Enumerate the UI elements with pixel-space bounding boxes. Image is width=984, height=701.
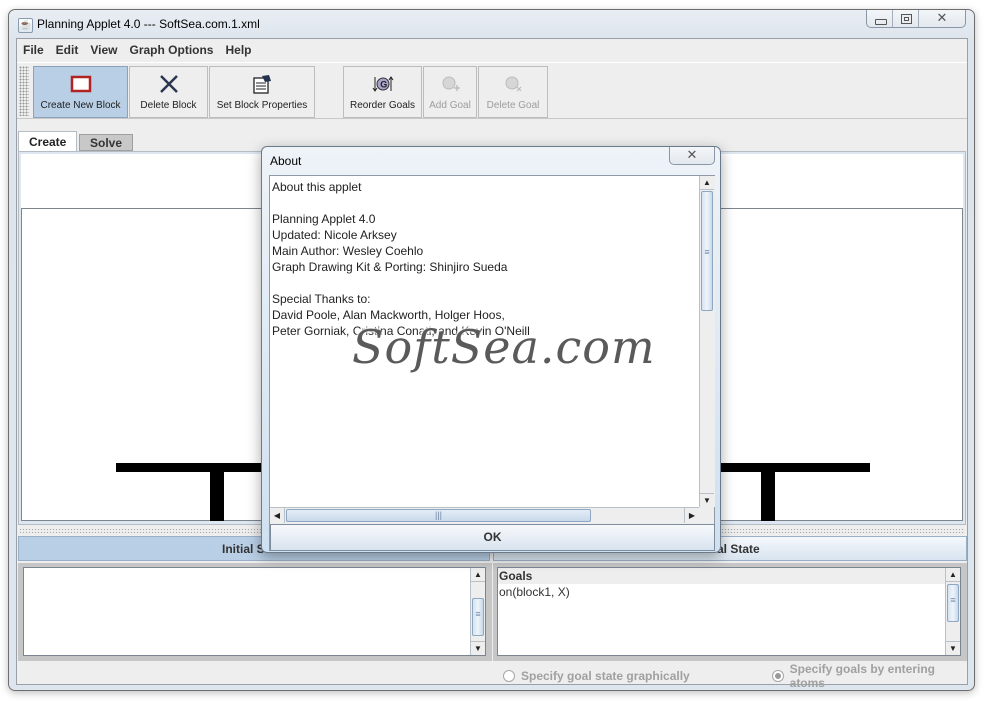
radio-goal-graphical[interactable]: Specify goal state graphically [503, 667, 690, 685]
goal-item[interactable]: on(block1, X) [499, 585, 570, 599]
dialog-close-button[interactable]: ✕ [669, 147, 715, 165]
window-title: Planning Applet 4.0 --- SoftSea.com.1.xm… [37, 17, 260, 31]
goal-state-panel: Goals on(block1, X) ▲ ≡ ▼ [493, 563, 967, 661]
add-goal-button[interactable]: Add Goal [423, 66, 477, 118]
watermark: SoftSea.com [352, 320, 656, 374]
toolbar: Create New Block Delete Block Set Block … [17, 62, 967, 119]
radio-goal-atoms[interactable]: Specify goals by entering atoms [772, 662, 967, 690]
table-top-right[interactable] [716, 463, 870, 472]
delete-goal-label: Delete Goal [486, 100, 540, 111]
delete-block-button[interactable]: Delete Block [129, 66, 208, 118]
reorder-goals-button[interactable]: G Reorder Goals [343, 66, 422, 118]
scroll-thumb[interactable]: ≡ [947, 584, 959, 622]
x-delete-icon [159, 75, 178, 93]
window-controls: ✕ [866, 10, 966, 28]
block-rectangle-icon [70, 75, 91, 93]
add-goal-icon [442, 76, 460, 91]
reorder-goals-icon: G [372, 76, 393, 92]
initial-state-panel: ▲ ≡ ▼ [18, 563, 492, 661]
maximize-button[interactable] [893, 10, 919, 27]
java-app-icon: ☕ [18, 18, 33, 33]
scroll-down-arrow[interactable]: ▼ [700, 493, 714, 507]
title-bar[interactable]: ☕ Planning Applet 4.0 --- SoftSea.com.1.… [9, 10, 974, 38]
menu-file[interactable]: File [17, 39, 50, 61]
scroll-thumb[interactable]: ≡ [701, 191, 713, 311]
goals-list[interactable]: Goals on(block1, X) ▲ ≡ ▼ [497, 567, 961, 656]
scroll-up-arrow[interactable]: ▲ [471, 568, 485, 582]
create-new-block-label: Create New Block [40, 100, 121, 111]
menu-view[interactable]: View [84, 39, 123, 61]
close-button[interactable]: ✕ [919, 10, 965, 27]
scroll-thumb[interactable]: ||| [286, 509, 591, 522]
about-vertical-scrollbar[interactable]: ▲ ≡ ▼ [699, 176, 715, 507]
delete-goal-icon [505, 76, 522, 92]
radio-label: Specify goal state graphically [521, 669, 690, 683]
minimize-button[interactable] [867, 10, 893, 27]
menu-bar: File Edit View Graph Options Help [17, 39, 967, 61]
table-top-left[interactable] [116, 463, 276, 472]
create-new-block-button[interactable]: Create New Block [33, 66, 128, 118]
scroll-right-arrow[interactable]: ▶ [684, 508, 699, 523]
toolbar-grip[interactable] [19, 66, 29, 116]
table-leg-left [210, 471, 224, 521]
menu-graph-options[interactable]: Graph Options [123, 39, 219, 61]
tab-solve[interactable]: Solve [79, 134, 134, 151]
goals-scrollbar[interactable]: ▲ ≡ ▼ [945, 568, 960, 655]
radio-button[interactable] [503, 670, 515, 682]
properties-icon [253, 75, 271, 94]
menu-edit[interactable]: Edit [50, 39, 85, 61]
scroll-up-arrow[interactable]: ▲ [946, 568, 960, 582]
scroll-down-arrow[interactable]: ▼ [946, 641, 960, 655]
scroll-thumb[interactable]: ≡ [472, 598, 484, 636]
reorder-goals-label: Reorder Goals [349, 100, 416, 111]
tab-create[interactable]: Create [18, 131, 78, 151]
set-block-properties-button[interactable]: Set Block Properties [209, 66, 315, 118]
svg-text:G: G [380, 80, 387, 90]
radio-label: Specify goals by entering atoms [789, 662, 936, 690]
add-goal-label: Add Goal [429, 100, 471, 111]
scroll-down-arrow[interactable]: ▼ [471, 641, 485, 655]
scroll-left-arrow[interactable]: ◀ [270, 508, 285, 523]
radio-button-selected[interactable] [772, 670, 784, 682]
menu-help[interactable]: Help [219, 39, 257, 61]
set-block-properties-label: Set Block Properties [216, 100, 308, 111]
goals-list-header: Goals [498, 568, 945, 584]
delete-block-label: Delete Block [140, 100, 197, 111]
dialog-title: About [270, 154, 302, 168]
initial-state-scrollbar[interactable]: ▲ ≡ ▼ [470, 568, 485, 655]
delete-goal-button[interactable]: Delete Goal [478, 66, 548, 118]
scroll-up-arrow[interactable]: ▲ [700, 176, 714, 190]
about-horizontal-scrollbar[interactable]: ◀ ||| ▶ [270, 507, 699, 523]
initial-state-list[interactable]: ▲ ≡ ▼ [23, 567, 486, 656]
table-leg-right [761, 471, 775, 521]
ok-button[interactable]: OK [270, 524, 715, 551]
